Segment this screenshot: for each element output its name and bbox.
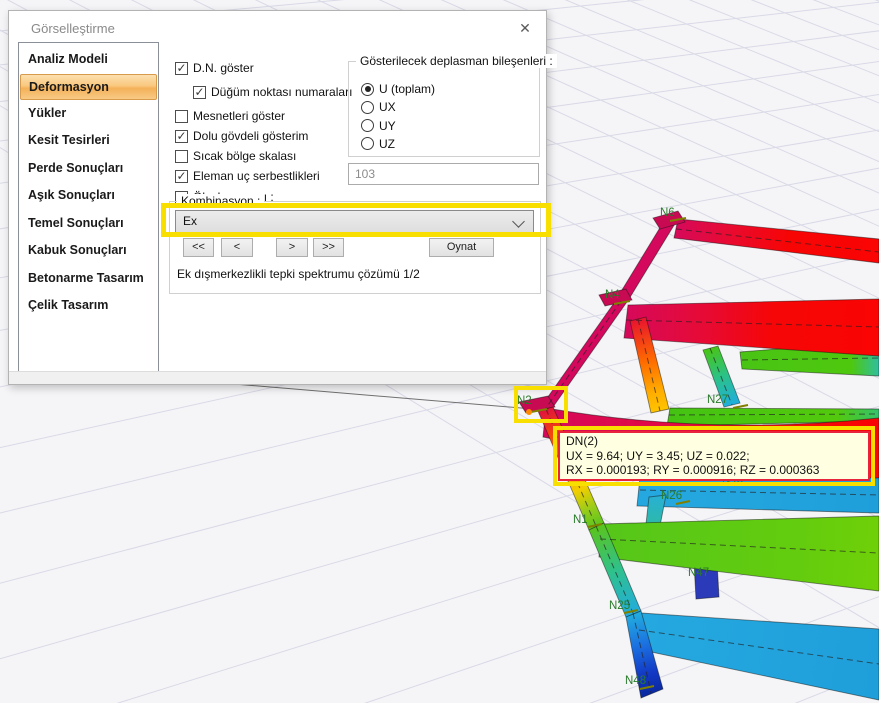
- display-options: ✓D.N. göster✓Düğüm noktası numaralarıMes…: [175, 61, 352, 204]
- sidebar-item-kesit-tesirleri[interactable]: Kesit Tesirleri: [19, 127, 158, 155]
- node-result-tooltip: DN(2) UX = 9.64; UY = 3.45; UZ = 0.022; …: [558, 431, 870, 481]
- radio-label: UX: [374, 100, 396, 114]
- checkbox[interactable]: ✓: [175, 170, 188, 183]
- combination-value: Ex: [183, 214, 197, 228]
- node-label-N4: N4: [605, 289, 620, 301]
- sidebar-item-temel-sonu-lar-[interactable]: Temel Sonuçları: [19, 210, 158, 238]
- radio-row: U (toplam): [361, 82, 435, 96]
- radio-button[interactable]: [361, 119, 374, 132]
- node-label-N48: N48: [625, 675, 646, 687]
- radio-button[interactable]: [361, 83, 374, 96]
- node-label-N2: N2: [517, 395, 532, 407]
- node-label-N6: N6: [660, 207, 675, 219]
- tooltip-translations: UX = 9.64; UY = 3.45; UZ = 0.022;: [566, 449, 862, 464]
- nav-button-3[interactable]: >>: [313, 238, 344, 257]
- sidebar-item-deformasyon[interactable]: Deformasyon: [20, 74, 157, 100]
- combination-group-label: Kombinasyon :: [177, 194, 264, 208]
- node-label-N1: N1: [573, 514, 588, 526]
- sidebar-item-kabuk-sonu-lar-[interactable]: Kabuk Sonuçları: [19, 237, 158, 265]
- combination-dropdown[interactable]: Ex: [175, 210, 534, 233]
- checkbox-label: Düğüm noktası numaraları: [206, 85, 352, 99]
- dialog-footer: [9, 371, 546, 384]
- checkbox-label: Sıcak bölge skalası: [188, 149, 296, 163]
- displacement-group-label: Gösterilecek deplasman bileşenleri :: [356, 54, 557, 68]
- checkbox-row: ✓Düğüm noktası numaraları: [193, 85, 352, 99]
- checkbox-row: ✓Eleman uç serbestlikleri: [175, 169, 352, 183]
- close-icon[interactable]: ✕: [516, 19, 534, 37]
- combination-status-text: Ek dışmerkezlikli tepki spektrumu çözümü…: [177, 267, 420, 281]
- node-label-N25: N25: [609, 600, 630, 612]
- tooltip-node-id: DN(2): [566, 434, 862, 449]
- sidebar-list: Analiz ModeliDeformasyonYüklerKesit Tesi…: [18, 42, 159, 372]
- node-label-N26: N26: [661, 490, 682, 502]
- tooltip-rotations: RX = 0.000193; RY = 0.000916; RZ = 0.000…: [566, 463, 862, 478]
- checkbox[interactable]: [175, 150, 188, 163]
- radio-row: UX: [361, 100, 396, 114]
- radio-label: U (toplam): [374, 82, 435, 96]
- dialog-title: Görselleştirme: [31, 21, 115, 36]
- checkbox[interactable]: ✓: [175, 62, 188, 75]
- play-button[interactable]: Oynat: [429, 238, 494, 257]
- radio-label: UZ: [374, 137, 395, 151]
- checkbox-label: Mesnetleri göster: [188, 109, 285, 123]
- radio-label: UY: [374, 119, 396, 133]
- node-label-N47: N47: [688, 567, 709, 579]
- checkbox[interactable]: [175, 110, 188, 123]
- checkbox-row: ✓Dolu gövdeli gösterim: [175, 129, 352, 143]
- checkbox-row: Sıcak bölge skalası: [175, 149, 352, 163]
- node-label-N27: N27: [707, 394, 728, 406]
- app-stage: N6N4N2N27N26N45N1N47N25N48 DN(2) UX = 9.…: [0, 0, 879, 703]
- checkbox[interactable]: ✓: [175, 130, 188, 143]
- selected-node-marker: [526, 409, 532, 415]
- nav-button-1[interactable]: <: [221, 238, 253, 257]
- checkbox-label: Eleman uç serbestlikleri: [188, 169, 320, 183]
- visualization-dialog: Görselleştirme ✕ Analiz ModeliDeformasyo…: [8, 10, 547, 385]
- radio-row: UZ: [361, 137, 395, 151]
- sidebar-item-a-k-sonu-lar-[interactable]: Aşık Sonuçları: [19, 182, 158, 210]
- radio-button[interactable]: [361, 101, 374, 114]
- radio-button[interactable]: [361, 137, 374, 150]
- radio-row: UY: [361, 119, 396, 133]
- sidebar-item-betonarme-tasar-m[interactable]: Betonarme Tasarım: [19, 265, 158, 293]
- displacement-components-group: Gösterilecek deplasman bileşenleri : U (…: [348, 61, 540, 157]
- checkbox-label: Dolu gövdeli gösterim: [188, 129, 308, 143]
- sidebar-item--elik-tasar-m[interactable]: Çelik Tasarım: [19, 292, 158, 320]
- nav-button-2[interactable]: >: [276, 238, 308, 257]
- scale-factor-input[interactable]: [348, 163, 539, 185]
- sidebar-item-perde-sonu-lar-[interactable]: Perde Sonuçları: [19, 155, 158, 183]
- checkbox[interactable]: ✓: [193, 86, 206, 99]
- sidebar-item-y-kler[interactable]: Yükler: [19, 100, 158, 128]
- nav-button-0[interactable]: <<: [183, 238, 214, 257]
- sidebar-item-analiz-modeli[interactable]: Analiz Modeli: [19, 46, 158, 74]
- checkbox-label: D.N. göster: [188, 61, 254, 75]
- chevron-down-icon: [512, 215, 525, 228]
- checkbox-row: Mesnetleri göster: [175, 109, 352, 123]
- checkbox-row: ✓D.N. göster: [175, 61, 352, 75]
